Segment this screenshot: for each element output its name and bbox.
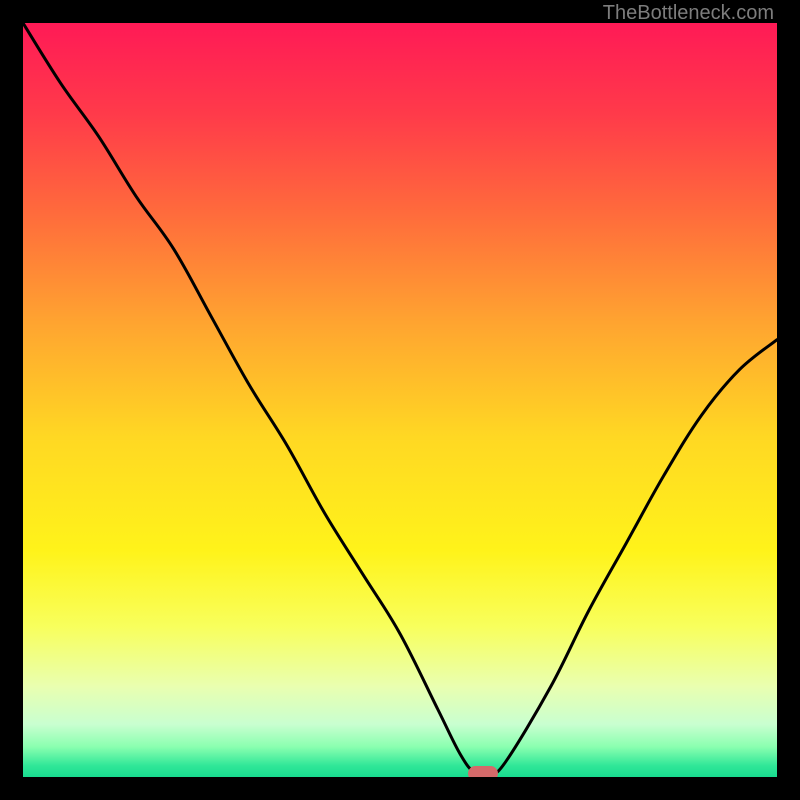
optimal-marker: [468, 766, 498, 777]
watermark-text: TheBottleneck.com: [603, 2, 774, 25]
bottleneck-curve: [23, 23, 777, 775]
chart-container: TheBottleneck.com: [0, 0, 800, 800]
plot-area: [23, 23, 777, 777]
curve-layer: [23, 23, 777, 777]
